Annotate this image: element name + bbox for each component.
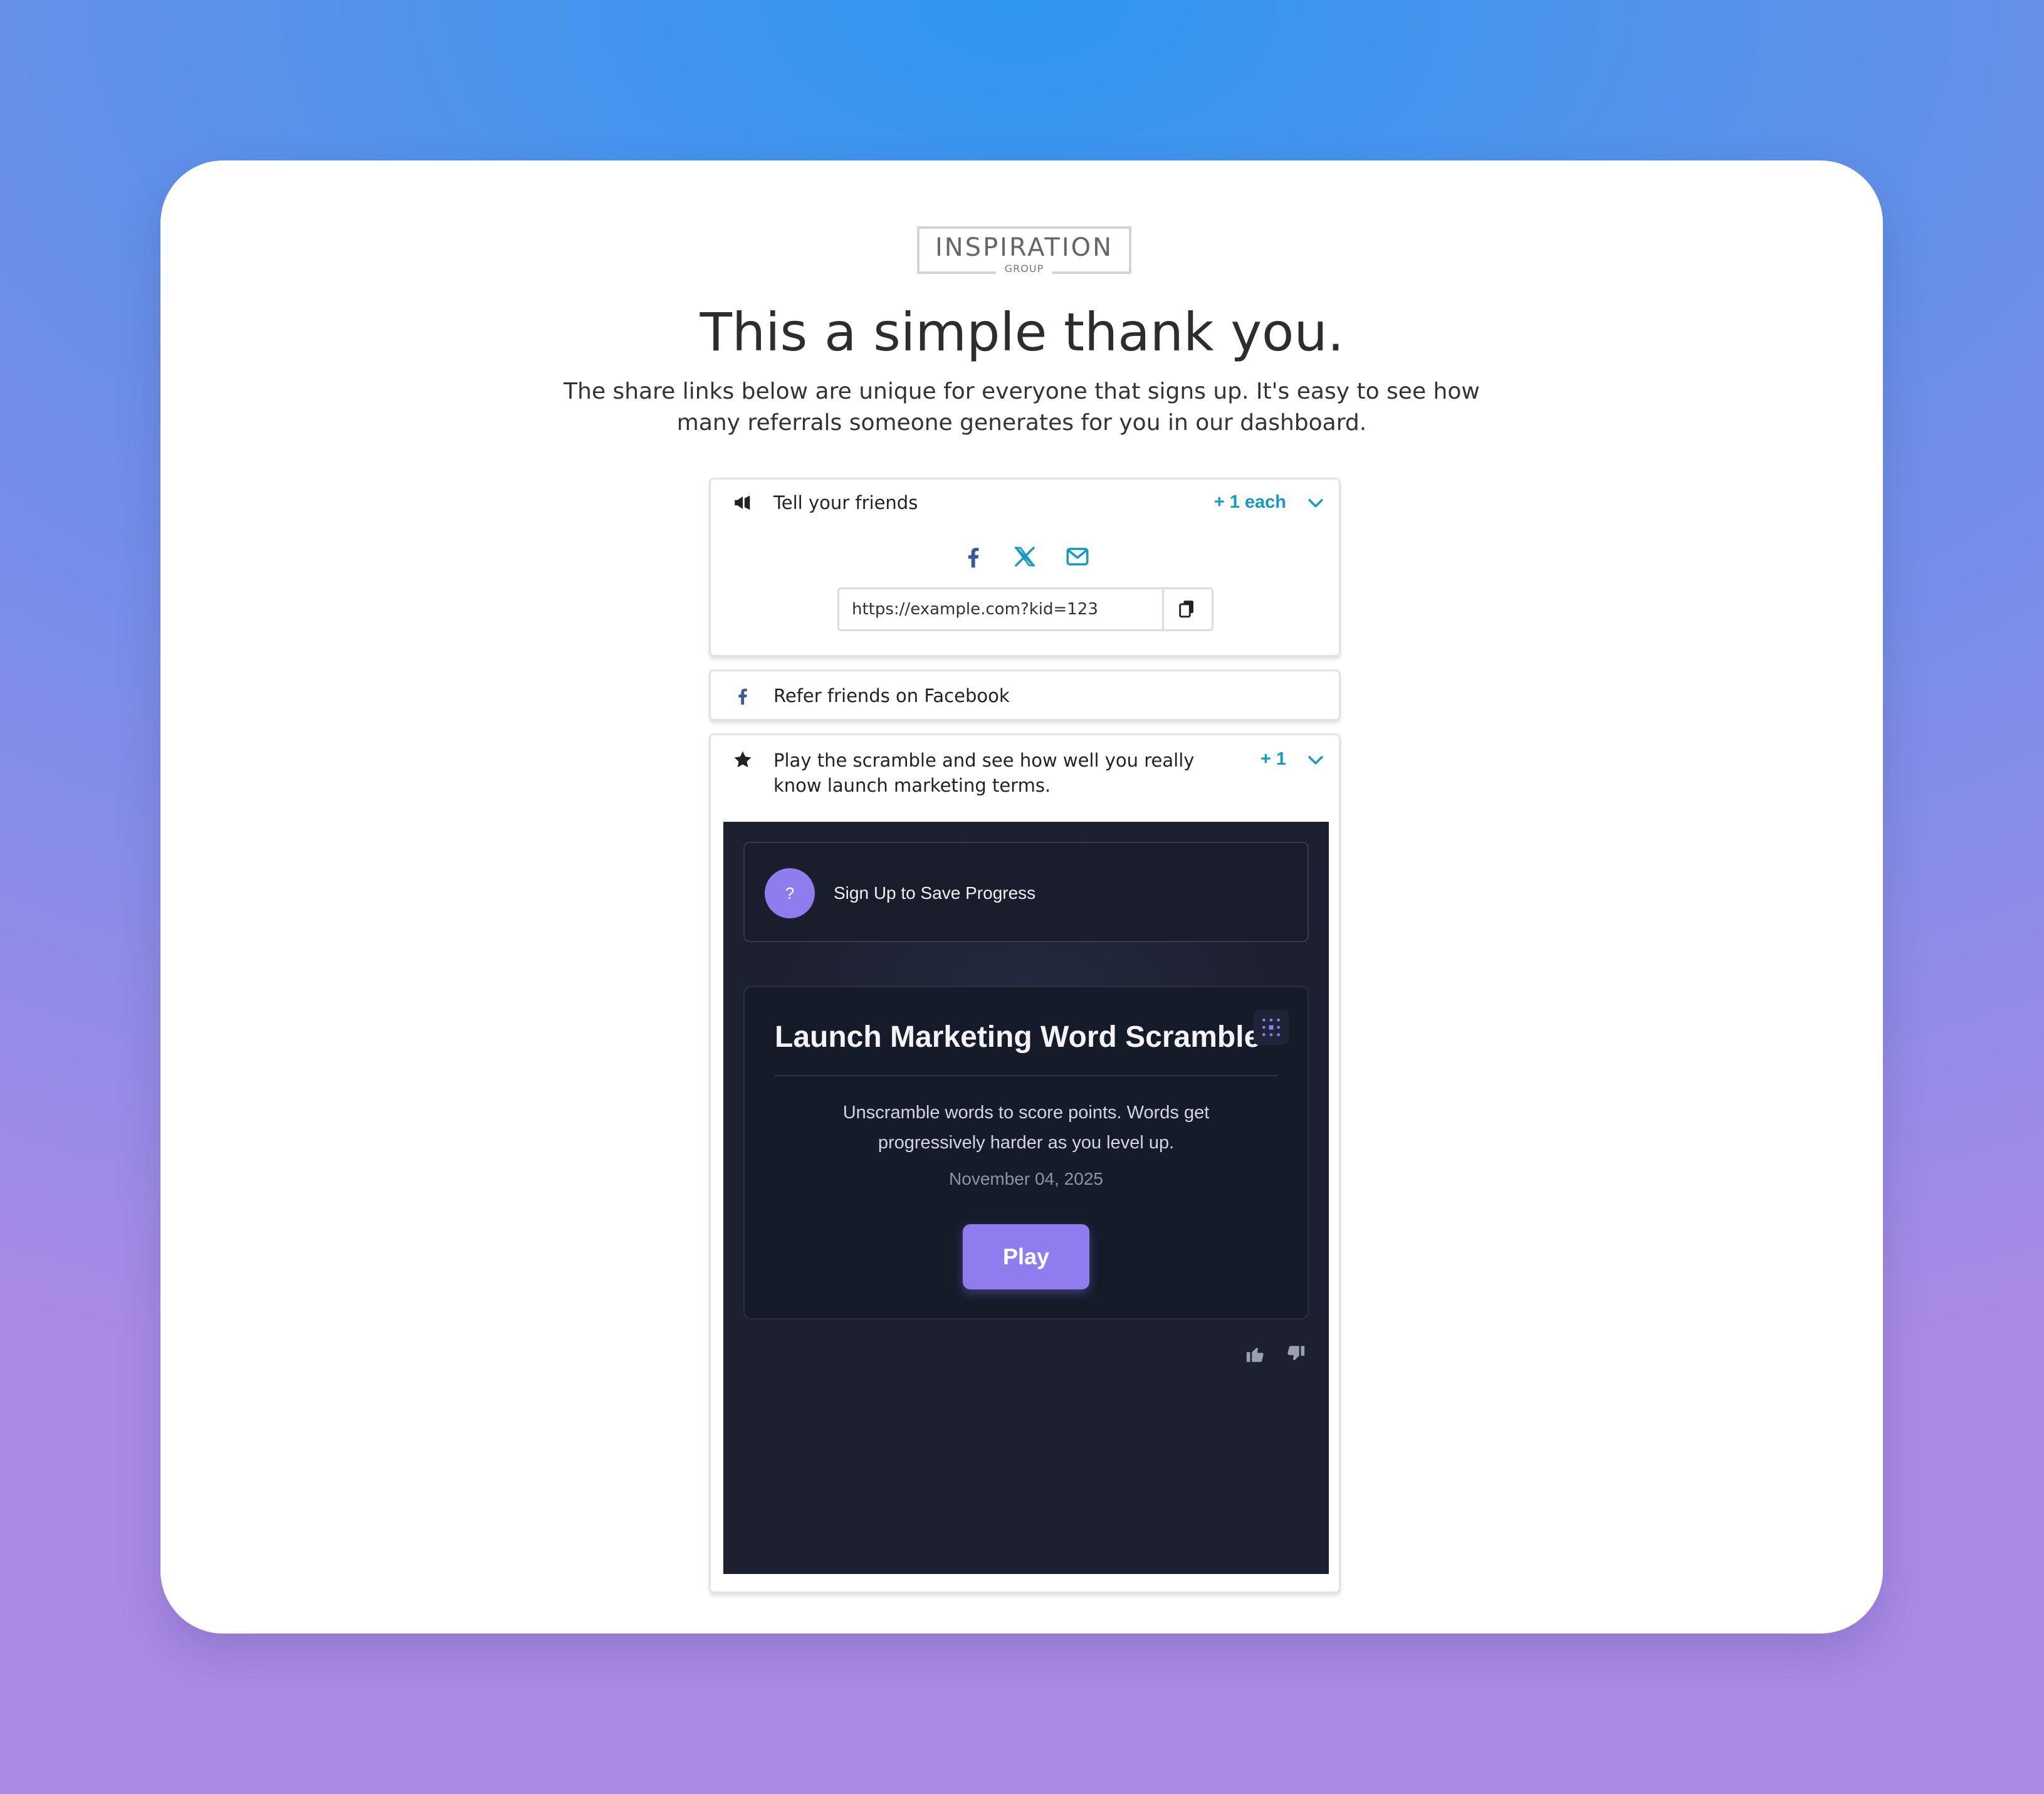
game-description-text: Unscramble words to score points. Words …: [842, 1103, 1210, 1153]
grid-icon: [1254, 1010, 1289, 1045]
page-title: This a simple thank you.: [700, 302, 1344, 363]
signup-text[interactable]: Sign Up to Save Progress: [834, 843, 1035, 943]
logo-subtitle: GROUP: [995, 263, 1053, 275]
thumbs-up-icon[interactable]: [1245, 1343, 1266, 1365]
scramble-points: + 1: [1260, 749, 1286, 769]
referral-url-text[interactable]: https://example.com?kid=123: [852, 589, 1098, 629]
megaphone-icon: [735, 495, 750, 510]
copy-url-button[interactable]: [1162, 589, 1212, 629]
signup-banner[interactable]: ? Sign Up to Save Progress: [743, 842, 1309, 942]
facebook-icon: [738, 688, 747, 705]
referral-url-field[interactable]: https://example.com?kid=123: [837, 587, 1213, 631]
facebook-referral-label: Refer friends on Facebook: [773, 685, 1010, 706]
tell-friends-panel: Tell your friends + 1 each https://examp…: [709, 478, 1341, 657]
game-date: November 04, 2025: [949, 1169, 1103, 1188]
scramble-game-card: Launch Marketing Word Scramble Unscrambl…: [743, 986, 1309, 1319]
scramble-game-embed: ? Sign Up to Save Progress Launch Market…: [723, 822, 1329, 1574]
game-description: Unscramble words to score points. Words …: [745, 1098, 1308, 1158]
game-title: Launch Marketing Word Scramble: [775, 1020, 1261, 1054]
chevron-down-icon[interactable]: [1305, 492, 1326, 513]
play-button[interactable]: Play: [963, 1224, 1089, 1289]
copy-icon[interactable]: [1177, 598, 1198, 619]
logo-wordmark: INSPIRATION: [935, 233, 1114, 262]
dots-grid-icon: [1262, 1019, 1280, 1036]
share-icon-row: [711, 543, 1339, 572]
inspiration-group-logo: INSPIRATION GROUP: [917, 226, 1131, 275]
facebook-referral-panel[interactable]: Refer friends on Facebook: [709, 669, 1341, 721]
tell-friends-points: + 1 each: [1213, 492, 1286, 512]
title-divider: [775, 1075, 1277, 1076]
tell-friends-label: Tell your friends: [773, 492, 918, 513]
scramble-panel: Play the scramble and see how well you r…: [709, 733, 1341, 1593]
envelope-icon[interactable]: [1064, 543, 1091, 570]
star-icon: [734, 751, 752, 768]
thumbs-down-icon[interactable]: [1285, 1343, 1306, 1365]
x-twitter-icon[interactable]: [1012, 543, 1038, 570]
page-description: The share links below are unique for eve…: [563, 379, 1480, 436]
chevron-down-icon[interactable]: [1305, 749, 1326, 770]
user-avatar: ?: [765, 868, 815, 918]
facebook-icon[interactable]: [960, 543, 987, 570]
scramble-label: Play the scramble and see how well you r…: [773, 750, 1195, 796]
